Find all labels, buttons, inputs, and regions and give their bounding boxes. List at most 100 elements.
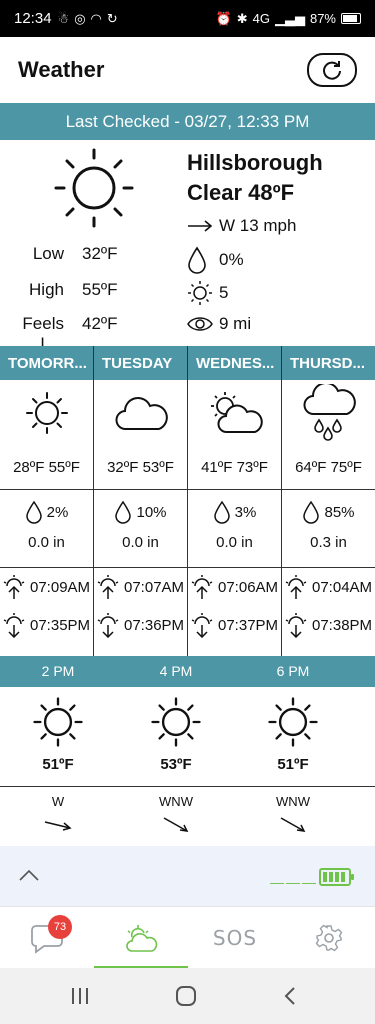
hourly-temp: 51ºF (277, 756, 309, 773)
forecast-precip: 10% (136, 503, 167, 521)
daily-forecast: TOMORR... 28ºF 55ºF 2% 0.0 in 07:09AM 07… (0, 346, 375, 656)
page-title: Weather (18, 57, 105, 82)
sunrise-icon (285, 575, 307, 599)
low-value: 32ºF (82, 244, 118, 263)
sunset-icon (285, 613, 307, 638)
chevron-up-icon[interactable] (18, 868, 40, 882)
wind-value: W 13 mph (219, 216, 297, 235)
rain-cloud-icon (303, 384, 356, 441)
drop-icon (115, 500, 132, 524)
eye-icon (187, 317, 213, 331)
hour-label: 4 PM (159, 663, 193, 679)
forecast-day-label: THURSD... (282, 346, 375, 380)
back-icon (284, 987, 295, 1005)
sun-icon (25, 392, 68, 434)
sunrise-icon (3, 575, 25, 599)
forecast-amount: 0.3 in (282, 534, 375, 568)
tab-weather[interactable] (94, 907, 188, 969)
wind-direction: WNW (276, 794, 310, 809)
refresh-icon (323, 61, 341, 80)
cloud-icon (115, 397, 168, 431)
device-battery-icon (319, 868, 354, 886)
high-label: High (29, 280, 64, 299)
network-label: 4G (252, 11, 270, 26)
gear-icon (315, 924, 343, 952)
hour-label: 2 PM (41, 663, 75, 679)
forecast-temps: 32ºF 53ºF (94, 446, 187, 490)
tab-bar: 73 SOS (0, 906, 375, 969)
hourly-item: 51ºF (253, 695, 333, 773)
forecast-amount: 0.0 in (0, 534, 93, 568)
wind-arrow-icon (280, 817, 306, 832)
high-row: High 55ºF (0, 280, 117, 300)
sunrise-icon (191, 575, 213, 599)
drop-icon (303, 500, 320, 524)
precip-value: 0% (219, 250, 244, 269)
hourly-header: 2 PM 4 PM 6 PM (0, 656, 375, 687)
notification-icons: ☃ ◎ ◠ ↻ (58, 11, 118, 27)
last-checked-bar: Last Checked - 03/27, 12:33 PM (0, 103, 375, 140)
uv-value: 5 (219, 283, 229, 302)
signal-icon: ▁▃▅ (274, 10, 305, 26)
hourly-item: 51ºF (18, 695, 98, 773)
drop-icon (213, 500, 230, 524)
recent-apps-button[interactable] (50, 984, 110, 1008)
wifi-icon: ◠ (90, 10, 102, 26)
sunset-icon (3, 613, 25, 638)
status-bar: 12:34 ☃ ◎ ◠ ↻ ⏰ ✱ 4G ▁▃▅ 87% (0, 0, 375, 37)
forecast-day-label: WEDNES... (188, 346, 281, 380)
sunrise-time: 07:09AM (30, 578, 91, 596)
location-block: Hillsborough Clear 48ºF (187, 148, 323, 208)
low-label: Low (32, 244, 64, 263)
forecast-precip: 2% (46, 503, 69, 521)
tab-settings[interactable] (282, 907, 375, 969)
precip-row: 0% (187, 246, 244, 274)
forecast-precip: 3% (234, 503, 257, 521)
sun-icon (54, 148, 134, 228)
forecast-day[interactable]: TOMORR... 28ºF 55ºF 2% 0.0 in 07:09AM 07… (0, 346, 94, 656)
recent-apps-icon (72, 988, 88, 1004)
home-button[interactable] (156, 984, 216, 1008)
location-name: Hillsborough (187, 150, 323, 175)
sunset-time: 07:35PM (30, 616, 91, 634)
sunset-time: 07:36PM (124, 616, 185, 634)
wind-arrow-icon (44, 821, 72, 831)
battery-icon (341, 13, 361, 24)
forecast-day-label: TUESDAY (94, 346, 187, 380)
forecast-day[interactable]: TUESDAY 32ºF 53ºF 10% 0.0 in 07:07AM 07:… (94, 346, 188, 656)
sync-icon: ◎ (74, 10, 86, 26)
back-button[interactable] (260, 984, 320, 1008)
hourly-forecast: 51ºF 53ºF 51ºF (0, 687, 375, 787)
forecast-amount: 0.0 in (188, 534, 281, 568)
forecast-day[interactable]: WEDNES... 41ºF 73ºF 3% 0.0 in 07:06AM 07… (188, 346, 282, 656)
sunset-time: 07:37PM (218, 616, 279, 634)
hourly-item: 53ºF (136, 695, 216, 773)
drop-icon (188, 246, 206, 274)
partly-cloudy-icon (210, 392, 263, 433)
forecast-day-label: TOMORR... (0, 346, 93, 380)
wind-arrow-icon (163, 817, 189, 832)
refresh-button[interactable] (307, 53, 357, 87)
forecast-temps: 28ºF 55ºF (0, 446, 93, 490)
forecast-precip: 85% (324, 503, 355, 521)
sos-label: SOS (212, 926, 258, 950)
sunset-icon (97, 613, 119, 638)
hour-label: 6 PM (276, 663, 310, 679)
wind-direction: W (51, 794, 65, 809)
low-row: Low 32ºF (0, 244, 118, 264)
forecast-day[interactable]: THURSD... 64ºF 75ºF 85% 0.3 in 07:04AM 0… (282, 346, 375, 656)
hourly-wind-item: WNW (136, 794, 216, 838)
hourly-wind-item: WNW (253, 794, 333, 838)
signal-dashes-icon: ——— (270, 874, 318, 890)
home-icon (176, 986, 196, 1006)
tab-sos[interactable]: SOS (188, 907, 282, 969)
sunrise-time: 07:07AM (124, 578, 185, 596)
forecast-temps: 41ºF 73ºF (188, 446, 281, 490)
battery-percent: 87% (309, 11, 336, 26)
person-icon: ☃ (57, 10, 70, 26)
wind-row: W 13 mph (187, 216, 296, 236)
hourly-temp: 51ºF (42, 756, 74, 773)
device-drawer: ——— (0, 846, 375, 906)
tab-messages[interactable]: 73 (0, 907, 94, 969)
system-nav-bar (0, 968, 375, 1024)
